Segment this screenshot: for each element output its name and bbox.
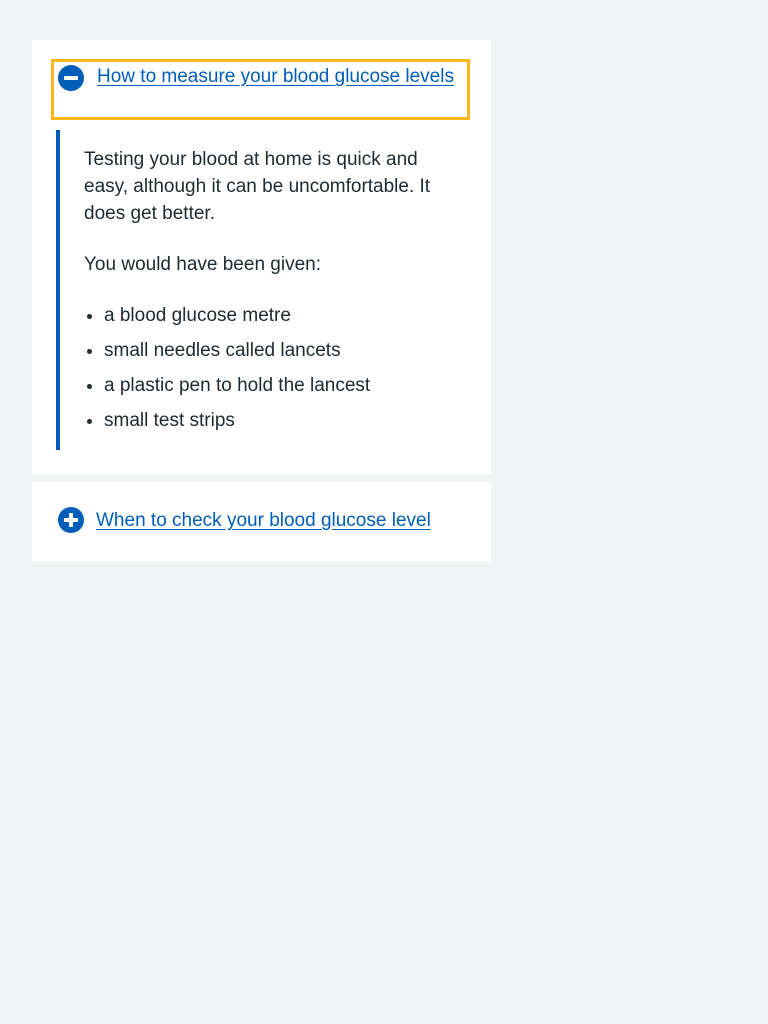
list-item: a plastic pen to hold the lancest <box>104 372 466 399</box>
details-content: Testing your blood at home is quick and … <box>56 130 466 450</box>
details-when-to-check: When to check your blood glucose level <box>32 482 491 561</box>
details-summary-measure[interactable]: How to measure your blood glucose levels <box>51 59 470 120</box>
plus-bar-vertical <box>69 513 73 527</box>
page: How to measure your blood glucose levels… <box>0 0 768 1024</box>
details-paragraph: Testing your blood at home is quick and … <box>84 149 431 224</box>
list-item: small needles called lancets <box>104 337 466 364</box>
details-paragraph: You would have been given: <box>84 254 321 275</box>
details-summary-text[interactable]: How to measure your blood glucose levels <box>54 62 467 90</box>
minus-circle-icon <box>58 65 84 91</box>
details-summary-text[interactable]: When to check your blood glucose level <box>58 507 478 534</box>
list-item: a blood glucose metre <box>104 302 466 329</box>
supplies-list: a blood glucose metre small needles call… <box>84 302 466 434</box>
details-measure-blood-glucose: How to measure your blood glucose levels… <box>32 40 491 474</box>
plus-circle-icon <box>58 507 84 533</box>
details-summary-when[interactable]: When to check your blood glucose level <box>58 507 478 535</box>
minus-bar <box>64 76 78 80</box>
list-item: small test strips <box>104 407 466 434</box>
